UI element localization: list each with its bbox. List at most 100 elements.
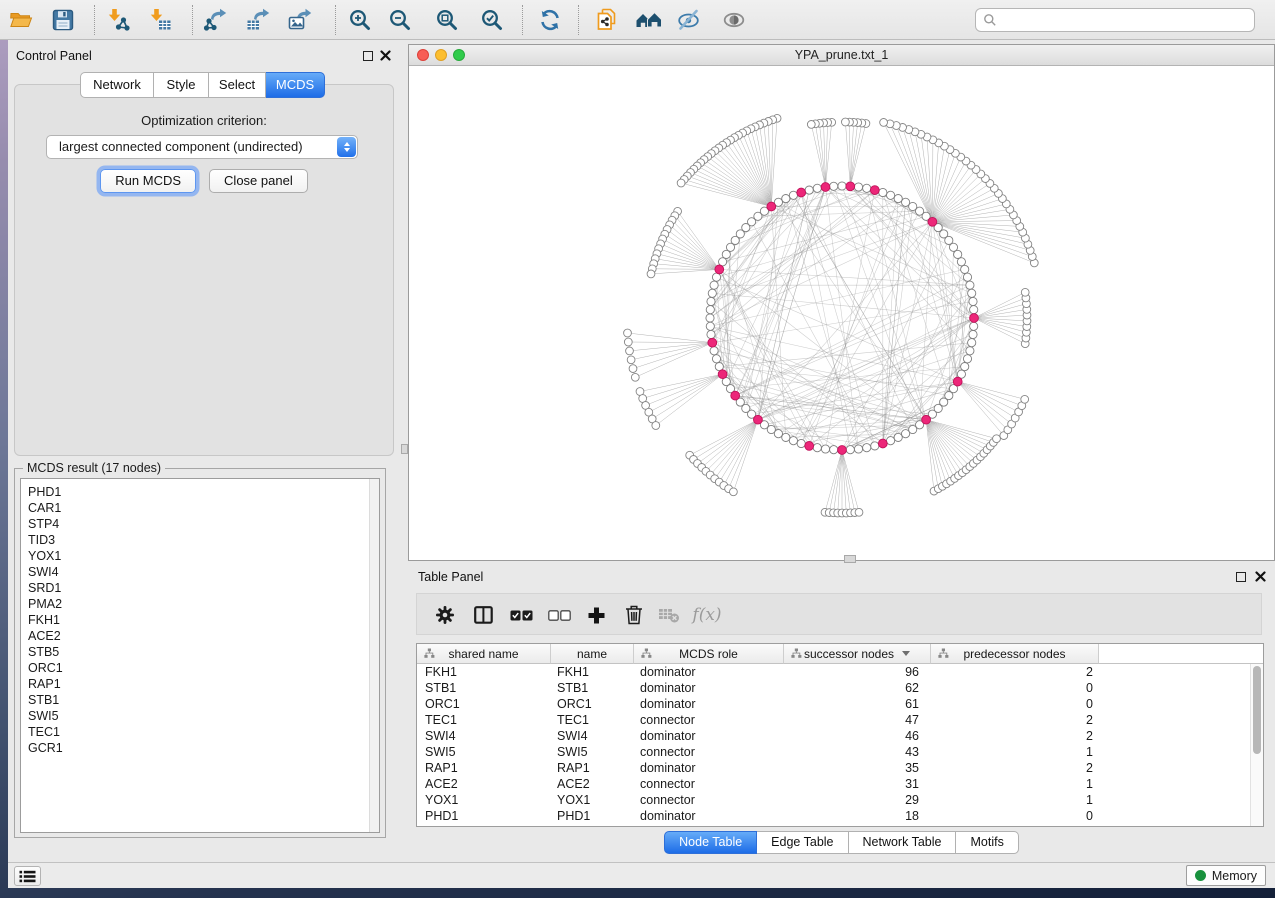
table-cell: ACE2 bbox=[417, 776, 551, 792]
table-cell: RAP1 bbox=[417, 760, 551, 776]
table-row[interactable]: ACE2ACE2connector311 bbox=[417, 776, 1250, 792]
delete-table-icon[interactable] bbox=[655, 602, 683, 628]
table-row[interactable]: TEC1TEC1connector472 bbox=[417, 712, 1250, 728]
zoom-selected-icon[interactable] bbox=[477, 5, 507, 35]
tab-network-table[interactable]: Network Table bbox=[849, 831, 957, 854]
mcds-result-item[interactable]: TEC1 bbox=[28, 724, 379, 740]
refresh-icon[interactable] bbox=[535, 5, 565, 35]
mcds-result-group: MCDS result (17 nodes) PHD1CAR1STP4TID3Y… bbox=[14, 468, 386, 838]
table-row[interactable]: RAP1RAP1dominator352 bbox=[417, 760, 1250, 776]
float-table-panel-icon[interactable] bbox=[1236, 572, 1246, 582]
add-icon[interactable] bbox=[582, 602, 610, 628]
export-image-icon[interactable] bbox=[285, 5, 315, 35]
share-document-icon[interactable] bbox=[592, 5, 622, 35]
mcds-list-scrollbar[interactable] bbox=[369, 479, 379, 832]
table-row[interactable]: PHD1PHD1dominator180 bbox=[417, 808, 1250, 824]
mcds-result-item[interactable]: RAP1 bbox=[28, 676, 379, 692]
save-session-icon[interactable] bbox=[48, 5, 78, 35]
table-cell: TEC1 bbox=[417, 712, 551, 728]
column-header-shared-name[interactable]: shared name bbox=[417, 644, 551, 664]
network-overview-icon[interactable] bbox=[634, 5, 664, 35]
column-header-successor-nodes[interactable]: successor nodes bbox=[784, 644, 931, 664]
tab-style[interactable]: Style bbox=[154, 72, 209, 98]
horizontal-splitter-handle[interactable] bbox=[844, 555, 856, 563]
network-canvas-svg bbox=[409, 66, 1274, 560]
network-window-title: YPA_prune.txt_1 bbox=[409, 45, 1274, 65]
mcds-result-list[interactable]: PHD1CAR1STP4TID3YOX1SWI4SRD1PMA2FKH1ACE2… bbox=[20, 478, 380, 833]
table-cell: TEC1 bbox=[551, 712, 634, 728]
minimize-window-icon[interactable] bbox=[435, 49, 447, 61]
mcds-result-item[interactable]: STB1 bbox=[28, 692, 379, 708]
maximize-window-icon[interactable] bbox=[453, 49, 465, 61]
network-canvas[interactable] bbox=[409, 66, 1274, 560]
close-panel-icon[interactable] bbox=[380, 50, 391, 61]
table-row[interactable]: SWI5SWI5connector431 bbox=[417, 744, 1250, 760]
mcds-result-item[interactable]: ACE2 bbox=[28, 628, 379, 644]
table-scrollbar-thumb[interactable] bbox=[1253, 666, 1261, 754]
table-cell: ACE2 bbox=[551, 776, 634, 792]
select-all-icon[interactable] bbox=[507, 602, 535, 628]
table-row[interactable]: FKH1FKH1dominator962 bbox=[417, 664, 1250, 680]
mcds-result-item[interactable]: ORC1 bbox=[28, 660, 379, 676]
export-network-icon[interactable] bbox=[200, 5, 230, 35]
table-row[interactable]: SWI4SWI4dominator462 bbox=[417, 728, 1250, 744]
zoom-in-icon[interactable] bbox=[345, 5, 375, 35]
tab-edge-table[interactable]: Edge Table bbox=[757, 831, 848, 854]
function-builder-icon[interactable]: f(x) bbox=[693, 602, 721, 628]
task-history-button[interactable] bbox=[14, 866, 41, 886]
close-window-icon[interactable] bbox=[417, 49, 429, 61]
search-input[interactable] bbox=[1002, 13, 1254, 27]
open-session-icon[interactable] bbox=[6, 5, 36, 35]
mcds-result-item[interactable]: YOX1 bbox=[28, 548, 379, 564]
search-field[interactable] bbox=[975, 8, 1255, 32]
mcds-result-item[interactable]: SRD1 bbox=[28, 580, 379, 596]
tab-select[interactable]: Select bbox=[209, 72, 266, 98]
mcds-result-item[interactable]: GCR1 bbox=[28, 740, 379, 756]
mcds-result-item[interactable]: PMA2 bbox=[28, 596, 379, 612]
mcds-result-item[interactable]: CAR1 bbox=[28, 500, 379, 516]
close-panel-button[interactable]: Close panel bbox=[209, 169, 308, 193]
column-header-predecessor-nodes[interactable]: predecessor nodes bbox=[931, 644, 1099, 664]
delete-icon[interactable] bbox=[620, 602, 648, 628]
table-cell: dominator bbox=[634, 760, 784, 776]
toolbar-separator bbox=[192, 5, 193, 35]
import-network-icon[interactable] bbox=[103, 5, 133, 35]
list-icon bbox=[19, 870, 36, 883]
column-header-name[interactable]: name bbox=[551, 644, 634, 664]
tab-node-table[interactable]: Node Table bbox=[664, 831, 757, 854]
table-settings-icon[interactable] bbox=[431, 602, 459, 628]
mcds-result-item[interactable]: SWI4 bbox=[28, 564, 379, 580]
select-stepper-icon[interactable] bbox=[337, 137, 356, 157]
zoom-out-icon[interactable] bbox=[385, 5, 415, 35]
import-table-icon[interactable] bbox=[145, 5, 175, 35]
mcds-result-item[interactable]: PHD1 bbox=[28, 484, 379, 500]
zoom-fit-icon[interactable] bbox=[432, 5, 462, 35]
close-table-panel-icon[interactable] bbox=[1255, 571, 1266, 582]
memory-button[interactable]: Memory bbox=[1186, 865, 1266, 886]
deselect-all-icon[interactable] bbox=[545, 602, 573, 628]
show-graphics-icon[interactable] bbox=[719, 5, 749, 35]
tab-motifs[interactable]: Motifs bbox=[956, 831, 1018, 854]
mcds-result-item[interactable]: SWI5 bbox=[28, 708, 379, 724]
table-cell: FKH1 bbox=[551, 664, 634, 680]
table-row[interactable]: ORC1ORC1dominator610 bbox=[417, 696, 1250, 712]
table-row[interactable]: STB1STB1dominator620 bbox=[417, 680, 1250, 696]
hide-graphics-icon[interactable] bbox=[674, 5, 704, 35]
column-visibility-icon[interactable] bbox=[469, 602, 497, 628]
table-row[interactable]: YOX1YOX1connector291 bbox=[417, 792, 1250, 808]
column-header-mcds-role[interactable]: MCDS role bbox=[634, 644, 784, 664]
tab-mcds[interactable]: MCDS bbox=[266, 72, 325, 98]
mcds-result-item[interactable]: STP4 bbox=[28, 516, 379, 532]
mcds-result-item[interactable]: STB5 bbox=[28, 644, 379, 660]
vertical-splitter-handle[interactable] bbox=[401, 444, 408, 454]
export-table-icon[interactable] bbox=[243, 5, 273, 35]
tab-network[interactable]: Network bbox=[80, 72, 154, 98]
table-cell: 61 bbox=[784, 696, 931, 712]
criterion-select[interactable]: largest connected component (undirected) bbox=[46, 135, 358, 159]
mcds-result-item[interactable]: TID3 bbox=[28, 532, 379, 548]
table-scrollbar[interactable] bbox=[1250, 664, 1263, 826]
mcds-result-item[interactable]: FKH1 bbox=[28, 612, 379, 628]
network-window-titlebar[interactable]: YPA_prune.txt_1 bbox=[409, 45, 1274, 66]
run-mcds-button[interactable]: Run MCDS bbox=[100, 169, 196, 193]
float-panel-icon[interactable] bbox=[363, 51, 373, 61]
